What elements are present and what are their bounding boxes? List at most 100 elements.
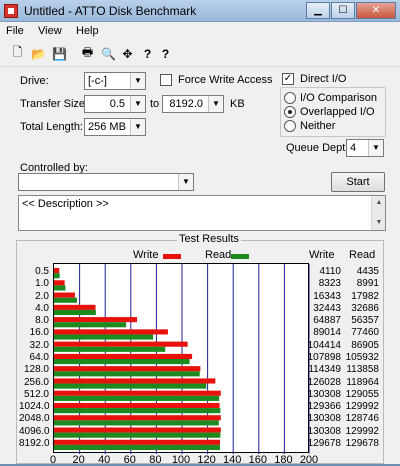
chart-svg (54, 264, 310, 454)
write-value: 104414 (307, 339, 341, 351)
read-value: 129992 (345, 401, 379, 413)
direct-io-checkbox[interactable]: ✓ (282, 73, 294, 85)
transfer-size-tick: 2.0 (35, 290, 49, 302)
maximize-button[interactable]: ☐ (331, 2, 355, 19)
menu-file[interactable]: File (6, 25, 24, 37)
neither-radio[interactable] (284, 120, 296, 132)
print-icon[interactable]: 🖶 (78, 44, 97, 63)
write-value: 130308 (307, 425, 341, 437)
chevron-down-icon: ▼ (368, 140, 383, 156)
read-bar (54, 444, 220, 450)
read-bar (54, 285, 66, 291)
write-value: 129366 (307, 401, 341, 413)
queue-depth-label: Queue Depth: (286, 142, 355, 154)
write-bar (54, 415, 221, 421)
window-title: Untitled - ATTO Disk Benchmark (24, 4, 197, 18)
total-length-label: Total Length: (20, 121, 83, 133)
neither-label: Neither (300, 120, 336, 132)
x-tick-label: 200 (299, 454, 319, 466)
context-help-icon[interactable]: ? (156, 44, 175, 63)
menu-help[interactable]: Help (76, 25, 99, 37)
to-label: to (150, 98, 160, 110)
transfer-size-tick: 512.0 (23, 388, 49, 400)
overlapped-io-radio[interactable] (284, 106, 296, 118)
write-value: 114349 (308, 364, 341, 376)
move-icon[interactable]: ✥ (118, 44, 137, 63)
read-bar (54, 395, 220, 401)
transfer-size-tick: 8.0 (35, 315, 49, 327)
transfer-size-tick: 1.0 (35, 278, 49, 290)
read-value: 128746 (345, 413, 379, 425)
read-value: 8991 (356, 278, 379, 290)
write-bar (54, 439, 220, 445)
queue-depth-value: 4 (350, 142, 357, 154)
results-title: Test Results (177, 233, 241, 245)
read-value: 129992 (345, 425, 379, 437)
close-button[interactable]: ✕ (356, 2, 396, 19)
chevron-down-icon: ▼ (130, 73, 145, 89)
write-bar (54, 427, 221, 433)
read-value: 17982 (351, 290, 379, 302)
controlled-by-select[interactable]: ▼ (18, 173, 194, 191)
write-bar (54, 366, 201, 372)
transfer-size-tick: 4096.0 (19, 425, 50, 437)
read-bar (54, 359, 190, 365)
print-preview-icon[interactable]: 🔍 (99, 44, 118, 63)
minimize-button[interactable]: ▁ (306, 2, 330, 19)
scroll-up-icon[interactable]: ▲ (372, 196, 386, 210)
help-icon[interactable]: ? (138, 44, 157, 63)
legend-read-label: Read (205, 249, 232, 261)
transfer-size-tick: 128.0 (23, 364, 49, 376)
transfer-to-value: 8192.0 (169, 98, 203, 110)
legend-write-label: Write (133, 249, 159, 261)
transfer-size-tick: 4.0 (35, 302, 49, 314)
save-icon[interactable]: 💾 (50, 44, 69, 63)
results-chart (53, 263, 310, 454)
transfer-size-tick: 0.5 (35, 266, 49, 278)
force-write-label: Force Write Access (178, 74, 273, 86)
write-bar (54, 390, 221, 396)
transfer-size-tick: 8192.0 (19, 437, 50, 449)
total-length-select[interactable]: 256 MB ▼ (84, 118, 146, 136)
write-value: 126028 (307, 376, 341, 388)
write-value: 107898 (307, 352, 341, 363)
legend-write-swatch (163, 254, 181, 259)
read-value: 118964 (346, 376, 379, 388)
chevron-down-icon: ▼ (208, 96, 223, 112)
drive-value: [-c-] (88, 75, 107, 87)
read-bar (54, 432, 221, 438)
read-value: 129055 (345, 388, 379, 400)
transfer-from-select[interactable]: 0.5 ▼ (84, 95, 146, 113)
title-bar[interactable]: Untitled - ATTO Disk Benchmark ▁ ☐ ✕ (0, 0, 400, 22)
queue-depth-select[interactable]: 4 ▼ (346, 139, 384, 157)
transfer-size-tick: 256.0 (23, 376, 49, 388)
write-value: 32443 (313, 302, 341, 314)
start-button[interactable]: Start (331, 172, 385, 192)
description-textarea[interactable]: << Description >> ▲ ▼ (18, 195, 386, 231)
write-value: 130308 (307, 413, 341, 425)
overlapped-io-label: Overlapped I/O (300, 106, 375, 118)
scroll-down-icon[interactable]: ▼ (372, 216, 386, 230)
transfer-size-tick: 16.0 (29, 327, 49, 339)
open-icon[interactable]: 📂 (29, 44, 48, 63)
transfer-size-tick: 64.0 (29, 352, 49, 363)
read-value: 77460 (351, 327, 379, 339)
kb-label: KB (230, 98, 245, 110)
io-comparison-radio[interactable] (284, 92, 296, 104)
new-icon[interactable]: 🗋 (8, 44, 27, 63)
read-value: 105932 (345, 352, 379, 363)
force-write-checkbox[interactable] (160, 74, 172, 86)
transfer-from-value: 0.5 (109, 98, 125, 110)
menu-view[interactable]: View (38, 25, 62, 37)
read-value: 4435 (356, 266, 379, 278)
description-scrollbar[interactable]: ▲ ▼ (371, 196, 385, 230)
write-value: 16343 (313, 290, 341, 302)
write-value: 8323 (318, 278, 341, 290)
drive-select[interactable]: [-c-] ▼ (84, 72, 146, 90)
write-value: 64887 (313, 315, 341, 327)
write-bar (54, 317, 138, 323)
write-bar (54, 378, 216, 384)
write-value: 129678 (307, 437, 341, 449)
transfer-to-select[interactable]: 8192.0 ▼ (162, 95, 224, 113)
transfer-size-tick: 2048.0 (19, 413, 50, 425)
